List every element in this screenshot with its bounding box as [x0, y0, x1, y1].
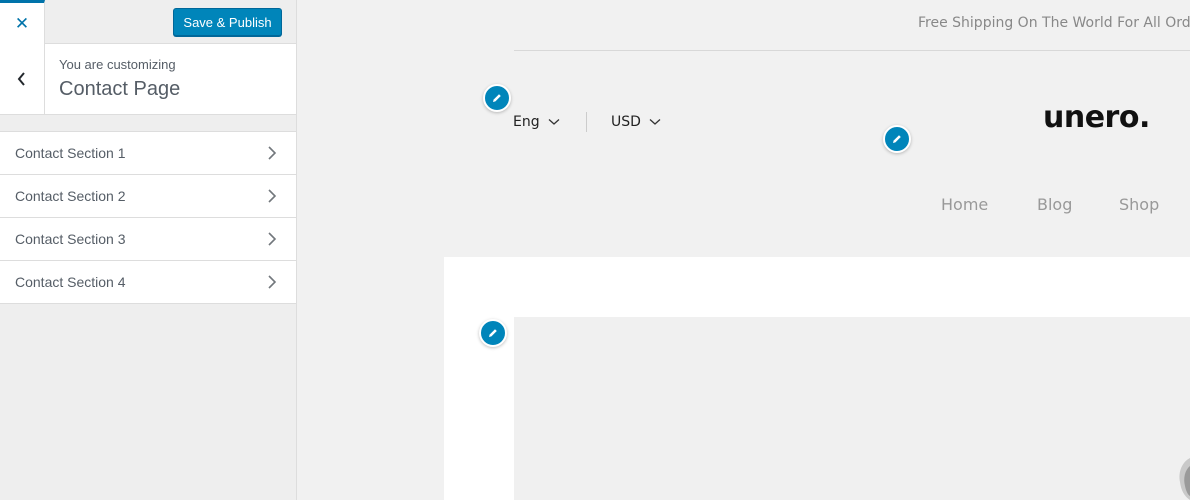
section-list: Contact Section 1 Contact Section 2 Cont… [0, 131, 296, 304]
nav-item-home[interactable]: Home [941, 195, 1037, 214]
edit-shortcut-button[interactable] [483, 84, 511, 112]
close-icon: ✕ [14, 13, 30, 33]
chevron-down-icon [548, 119, 560, 125]
customizing-info: You are customizing Contact Page [0, 44, 296, 115]
currency-selector[interactable]: USD [611, 114, 661, 130]
chevron-right-icon [268, 232, 277, 246]
chevron-right-icon [268, 189, 277, 203]
image-fragment [1179, 458, 1190, 500]
divider [514, 50, 1190, 51]
language-value: Eng [513, 114, 540, 130]
section-item-label: Contact Section 3 [15, 231, 126, 247]
section-item-contact-1[interactable]: Contact Section 1 [0, 132, 296, 175]
main-nav: Home Blog Shop [941, 195, 1159, 214]
chevron-left-icon [17, 72, 25, 86]
language-selector[interactable]: Eng [513, 114, 560, 130]
pencil-icon [893, 135, 901, 143]
section-item-label: Contact Section 2 [15, 188, 126, 204]
shipping-announcement: Free Shipping On The World For All Orde [918, 15, 1190, 31]
section-item-contact-2[interactable]: Contact Section 2 [0, 175, 296, 218]
section-item-contact-4[interactable]: Contact Section 4 [0, 261, 296, 304]
section-item-contact-3[interactable]: Contact Section 3 [0, 218, 296, 261]
nav-item-shop[interactable]: Shop [1119, 195, 1159, 214]
chevron-right-icon [268, 146, 277, 160]
chevron-down-icon [649, 119, 661, 125]
pencil-icon [489, 329, 497, 337]
save-publish-button[interactable]: Save & Publish [173, 8, 282, 36]
page-title: Contact Page [59, 78, 181, 100]
chevron-right-icon [268, 275, 277, 289]
edit-shortcut-button[interactable] [883, 125, 911, 153]
customizing-label: You are customizing [59, 57, 176, 72]
hero-image [514, 317, 1190, 500]
currency-value: USD [611, 114, 641, 130]
selector-divider [586, 112, 587, 132]
close-button[interactable]: ✕ [0, 0, 45, 44]
customizer-header: ✕ Save & Publish [0, 0, 296, 44]
back-button[interactable] [0, 44, 45, 114]
site-logo[interactable]: unero. [1043, 100, 1150, 135]
pencil-icon [493, 94, 501, 102]
section-item-label: Contact Section 1 [15, 145, 126, 161]
edit-shortcut-button[interactable] [479, 319, 507, 347]
site-preview: Free Shipping On The World For All Orde … [297, 0, 1190, 500]
section-item-label: Contact Section 4 [15, 274, 126, 290]
nav-item-blog[interactable]: Blog [1037, 195, 1119, 214]
customizer-sidebar: ✕ Save & Publish You are customizing Con… [0, 0, 297, 500]
